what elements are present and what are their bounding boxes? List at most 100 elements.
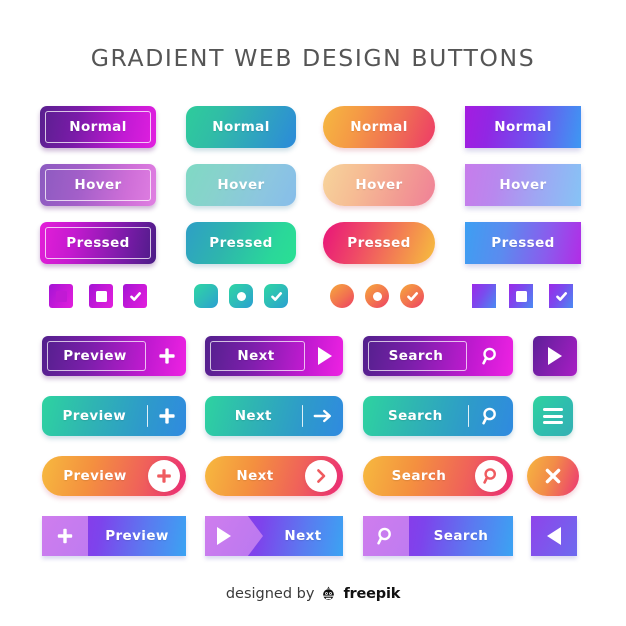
radio-checked-orange[interactable]	[400, 284, 424, 308]
plus-circle-icon-area[interactable]	[148, 460, 180, 492]
menu-button-teal[interactable]	[533, 396, 573, 436]
brand-name: freepik	[343, 585, 401, 602]
button-label: Preview	[63, 348, 127, 364]
preview-button-violet[interactable]: Preview	[42, 516, 186, 556]
search-circle-icon	[483, 468, 496, 484]
checkbox-checked-violet[interactable]	[549, 284, 573, 308]
checkbox-filled-square-violet[interactable]	[472, 284, 496, 308]
state-button-purple-normal[interactable]: Normal	[40, 106, 156, 148]
preview-button-label-area: Preview	[42, 396, 147, 436]
state-button-violet-pressed[interactable]: Pressed	[465, 222, 581, 264]
checkbox-square-dot-violet[interactable]	[509, 284, 533, 308]
radio-dot-teal[interactable]	[229, 284, 253, 308]
button-label: Preview	[62, 408, 127, 424]
plus-icon-area[interactable]	[148, 396, 186, 436]
poster-canvas: GRADIENT WEB DESIGN BUTTONS Normal Hover…	[0, 0, 626, 626]
next-button-orange[interactable]: Next	[205, 456, 343, 496]
play-button-purple[interactable]	[533, 336, 577, 376]
search-icon-area[interactable]	[469, 396, 513, 436]
button-label: Preview	[63, 468, 127, 484]
checkbox-check-icon	[129, 291, 141, 301]
search-circle-icon-area[interactable]	[475, 460, 507, 492]
state-button-orange-pressed[interactable]: Pressed	[323, 222, 435, 264]
radio-filled-circle-orange[interactable]	[330, 284, 354, 308]
next-button-label-area: Next	[263, 516, 343, 556]
button-label: Next	[236, 468, 274, 484]
state-button-violet-hover[interactable]: Hover	[465, 164, 581, 206]
state-button-purple-pressed[interactable]: Pressed	[40, 222, 156, 264]
checkbox-filled-square-purple[interactable]	[49, 284, 73, 308]
close-x-icon	[545, 468, 561, 484]
close-button-orange[interactable]	[527, 456, 579, 496]
state-button-teal-pressed[interactable]: Pressed	[186, 222, 296, 264]
next-button-purple[interactable]: Next	[205, 336, 343, 376]
plus-icon-area[interactable]	[42, 516, 88, 556]
checkbox-check-icon	[555, 291, 567, 301]
search-icon	[482, 407, 496, 425]
state-button-purple-hover[interactable]: Hover	[40, 164, 156, 206]
button-label: Normal	[494, 119, 552, 135]
plus-circle-icon	[157, 469, 171, 483]
button-label: Pressed	[66, 235, 130, 251]
play-triangle-icon-area[interactable]	[205, 516, 263, 556]
hamburger-menu-icon	[543, 408, 563, 424]
button-label: Next	[234, 408, 272, 424]
preview-button-teal[interactable]: Preview	[42, 396, 186, 436]
search-button-purple[interactable]: Search	[363, 336, 513, 376]
search-button-violet[interactable]: Search	[363, 516, 513, 556]
button-label: Hover	[74, 177, 122, 193]
next-button-label-area: Next	[205, 456, 305, 496]
chevron-right-circle-icon-area[interactable]	[305, 460, 337, 492]
radio-dot-orange[interactable]	[365, 284, 389, 308]
back-button-violet[interactable]	[531, 516, 577, 556]
next-button-label-area: Next	[205, 336, 307, 376]
checkbox-filled-rounded-teal[interactable]	[194, 284, 218, 308]
state-button-teal-normal[interactable]: Normal	[186, 106, 296, 148]
state-button-orange-normal[interactable]: Normal	[323, 106, 435, 148]
next-button-violet[interactable]: Next	[205, 516, 343, 556]
footer-credit: designed by freepik	[0, 585, 626, 602]
preview-button-label-area: Preview	[88, 516, 186, 556]
next-button-teal[interactable]: Next	[205, 396, 343, 436]
button-label: Search	[387, 408, 443, 424]
checkbox-check-icon	[270, 291, 282, 301]
button-label: Hover	[355, 177, 403, 193]
button-label: Preview	[105, 528, 169, 544]
button-label: Next	[237, 348, 275, 364]
preview-button-label-area: Preview	[42, 336, 148, 376]
search-button-label-area: Search	[363, 396, 468, 436]
search-icon	[377, 527, 391, 545]
checkbox-checked-purple[interactable]	[123, 284, 147, 308]
checkbox-empty-square-purple[interactable]	[89, 284, 113, 308]
search-button-label-area: Search	[363, 456, 475, 496]
page-title: GRADIENT WEB DESIGN BUTTONS	[90, 44, 536, 72]
search-button-label-area: Search	[409, 516, 513, 556]
state-button-orange-hover[interactable]: Hover	[323, 164, 435, 206]
button-label: Pressed	[491, 235, 555, 251]
checkbox-checked-teal[interactable]	[264, 284, 288, 308]
button-label: Search	[391, 468, 447, 484]
play-triangle-icon	[217, 527, 231, 545]
play-triangle-icon-area[interactable]	[307, 336, 343, 376]
plus-icon	[159, 348, 175, 364]
search-icon-area[interactable]	[469, 336, 513, 376]
button-label: Hover	[217, 177, 265, 193]
preview-button-purple[interactable]: Preview	[42, 336, 186, 376]
next-button-label-area: Next	[205, 396, 302, 436]
arrow-right-icon-area[interactable]	[303, 396, 343, 436]
search-button-orange[interactable]: Search	[363, 456, 513, 496]
search-icon	[482, 347, 496, 365]
checkbox-empty-square-icon	[95, 290, 107, 302]
freepik-logo-icon	[323, 586, 335, 600]
plus-icon	[57, 528, 73, 544]
state-button-teal-hover[interactable]: Hover	[186, 164, 296, 206]
play-triangle-icon	[548, 347, 562, 365]
button-label: Search	[388, 348, 444, 364]
checkbox-square-dot-icon	[515, 290, 527, 302]
search-button-teal[interactable]: Search	[363, 396, 513, 436]
checkbox-filled-square-icon	[55, 290, 67, 302]
plus-icon-area[interactable]	[148, 336, 186, 376]
state-button-violet-normal[interactable]: Normal	[465, 106, 581, 148]
search-icon-area[interactable]	[363, 516, 409, 556]
preview-button-orange[interactable]: Preview	[42, 456, 186, 496]
